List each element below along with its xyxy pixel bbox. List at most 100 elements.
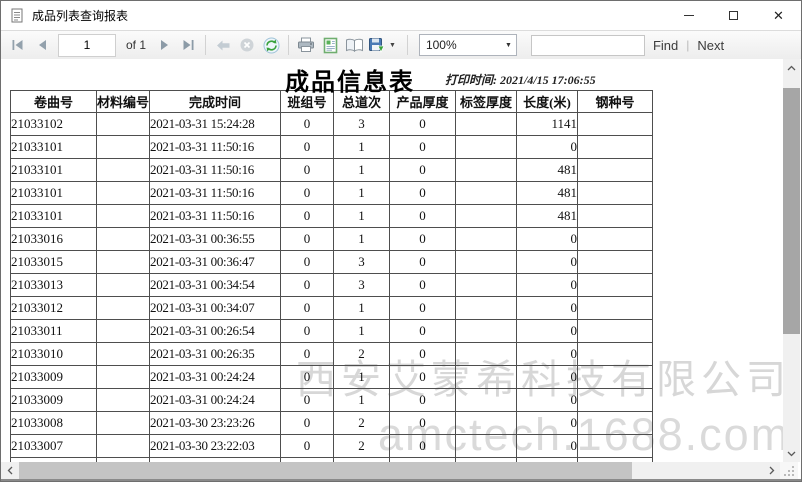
refresh-button[interactable]: [259, 33, 283, 57]
table-cell: 1: [334, 136, 390, 159]
table-cell: 1: [334, 320, 390, 343]
scroll-right-button[interactable]: [763, 462, 780, 479]
table-cell: 0: [517, 412, 578, 435]
table-cell: 2021-03-31 11:50:16: [150, 136, 281, 159]
vertical-scrollbar[interactable]: [783, 59, 800, 462]
table-row: 210331012021-03-31 11:50:16010481: [11, 159, 653, 182]
table-cell: 0: [390, 412, 456, 435]
table-cell: 1: [334, 389, 390, 412]
table-cell: [578, 389, 653, 412]
scroll-left-button[interactable]: [1, 462, 18, 479]
zoom-select[interactable]: 100% ▼: [419, 34, 517, 56]
table-cell: 21033015: [11, 251, 97, 274]
table-cell: [456, 458, 517, 463]
table-cell: 0: [517, 274, 578, 297]
table-cell: [578, 182, 653, 205]
toolbar-separator: [407, 35, 408, 55]
print-button[interactable]: [294, 33, 318, 57]
table-cell: [578, 251, 653, 274]
find-next-button[interactable]: Next: [697, 38, 724, 53]
table-cell: 2: [334, 343, 390, 366]
toolbar-separator: [288, 35, 289, 55]
horizontal-scrollbar[interactable]: [1, 462, 780, 479]
table-cell: 0: [517, 320, 578, 343]
table-row: 210330152021-03-31 00:36:470300: [11, 251, 653, 274]
table-row: 210331012021-03-31 11:50:16010481: [11, 182, 653, 205]
back-button[interactable]: [211, 33, 235, 57]
export-dropdown-caret-icon: ▼: [385, 42, 400, 49]
table-cell: [578, 297, 653, 320]
table-cell: [578, 136, 653, 159]
table-cell: 0: [517, 343, 578, 366]
scroll-up-button[interactable]: [783, 59, 800, 76]
table-cell: 0: [517, 136, 578, 159]
stop-button[interactable]: [235, 33, 259, 57]
export-button[interactable]: ▼: [366, 33, 402, 57]
table-cell: 2021-03-31 00:34:07: [150, 297, 281, 320]
table-cell: [578, 205, 653, 228]
table-cell: 21033101: [11, 159, 97, 182]
table-cell: 0: [517, 366, 578, 389]
table-cell: [97, 182, 150, 205]
table-cell: 0: [517, 297, 578, 320]
resize-grip[interactable]: [780, 462, 798, 479]
document-icon: [10, 8, 24, 23]
table-cell: [97, 159, 150, 182]
first-page-button[interactable]: [6, 33, 30, 57]
close-button[interactable]: ✕: [756, 1, 801, 30]
minimize-button[interactable]: [666, 1, 711, 30]
column-header: 完成时间: [150, 91, 281, 113]
table-cell: [578, 274, 653, 297]
next-page-icon: [159, 39, 170, 51]
table-cell: 0: [281, 182, 334, 205]
previous-page-button[interactable]: [30, 33, 54, 57]
table-cell: 0: [281, 274, 334, 297]
table-row: 210330162021-03-31 00:36:550100: [11, 228, 653, 251]
maximize-button[interactable]: [711, 1, 756, 30]
table-cell: [578, 435, 653, 458]
first-page-icon: [11, 39, 25, 51]
table-cell: 21033006: [11, 458, 97, 463]
column-header: 卷曲号: [11, 91, 97, 113]
table-cell: [97, 113, 150, 136]
table-cell: 0: [281, 435, 334, 458]
horizontal-scroll-thumb[interactable]: [19, 462, 632, 479]
table-cell: 0: [281, 320, 334, 343]
table-row: 210330062021-03-30 23:12:160300: [11, 458, 653, 463]
stop-icon: [239, 37, 255, 53]
export-save-icon: [368, 37, 385, 53]
window-controls: ✕: [666, 1, 801, 30]
page-setup-button[interactable]: [342, 33, 366, 57]
column-header: 标签厚度: [456, 91, 517, 113]
table-cell: 21033102: [11, 113, 97, 136]
refresh-icon: [263, 37, 280, 54]
table-cell: 0: [390, 297, 456, 320]
table-cell: [456, 205, 517, 228]
table-cell: 21033010: [11, 343, 97, 366]
table-cell: 21033009: [11, 366, 97, 389]
vertical-scroll-thumb[interactable]: [783, 88, 800, 334]
chevron-up-icon: [787, 65, 796, 71]
table-cell: [456, 320, 517, 343]
back-arrow-icon: [216, 39, 231, 52]
next-page-button[interactable]: [152, 33, 176, 57]
table-cell: 1: [334, 228, 390, 251]
chevron-down-icon: [787, 451, 796, 457]
report-content-area: 西安艾蒙希科技有限公司 amctech.1688.com 成品信息表 打印时间:…: [1, 59, 801, 462]
last-page-icon: [181, 39, 195, 51]
scroll-down-button[interactable]: [783, 445, 800, 462]
page-number-input[interactable]: [58, 34, 116, 57]
find-next-separator: |: [686, 38, 689, 52]
toolbar-separator: [205, 35, 206, 55]
table-cell: 2: [334, 412, 390, 435]
find-input[interactable]: [531, 35, 645, 56]
table-cell: 21033101: [11, 136, 97, 159]
table-cell: 2: [334, 435, 390, 458]
table-cell: 2021-03-31 00:34:54: [150, 274, 281, 297]
print-layout-button[interactable]: [318, 33, 342, 57]
find-button[interactable]: Find: [653, 38, 678, 53]
table-cell: 2021-03-31 00:36:55: [150, 228, 281, 251]
last-page-button[interactable]: [176, 33, 200, 57]
table-cell: 0: [281, 251, 334, 274]
table-cell: 0: [390, 251, 456, 274]
